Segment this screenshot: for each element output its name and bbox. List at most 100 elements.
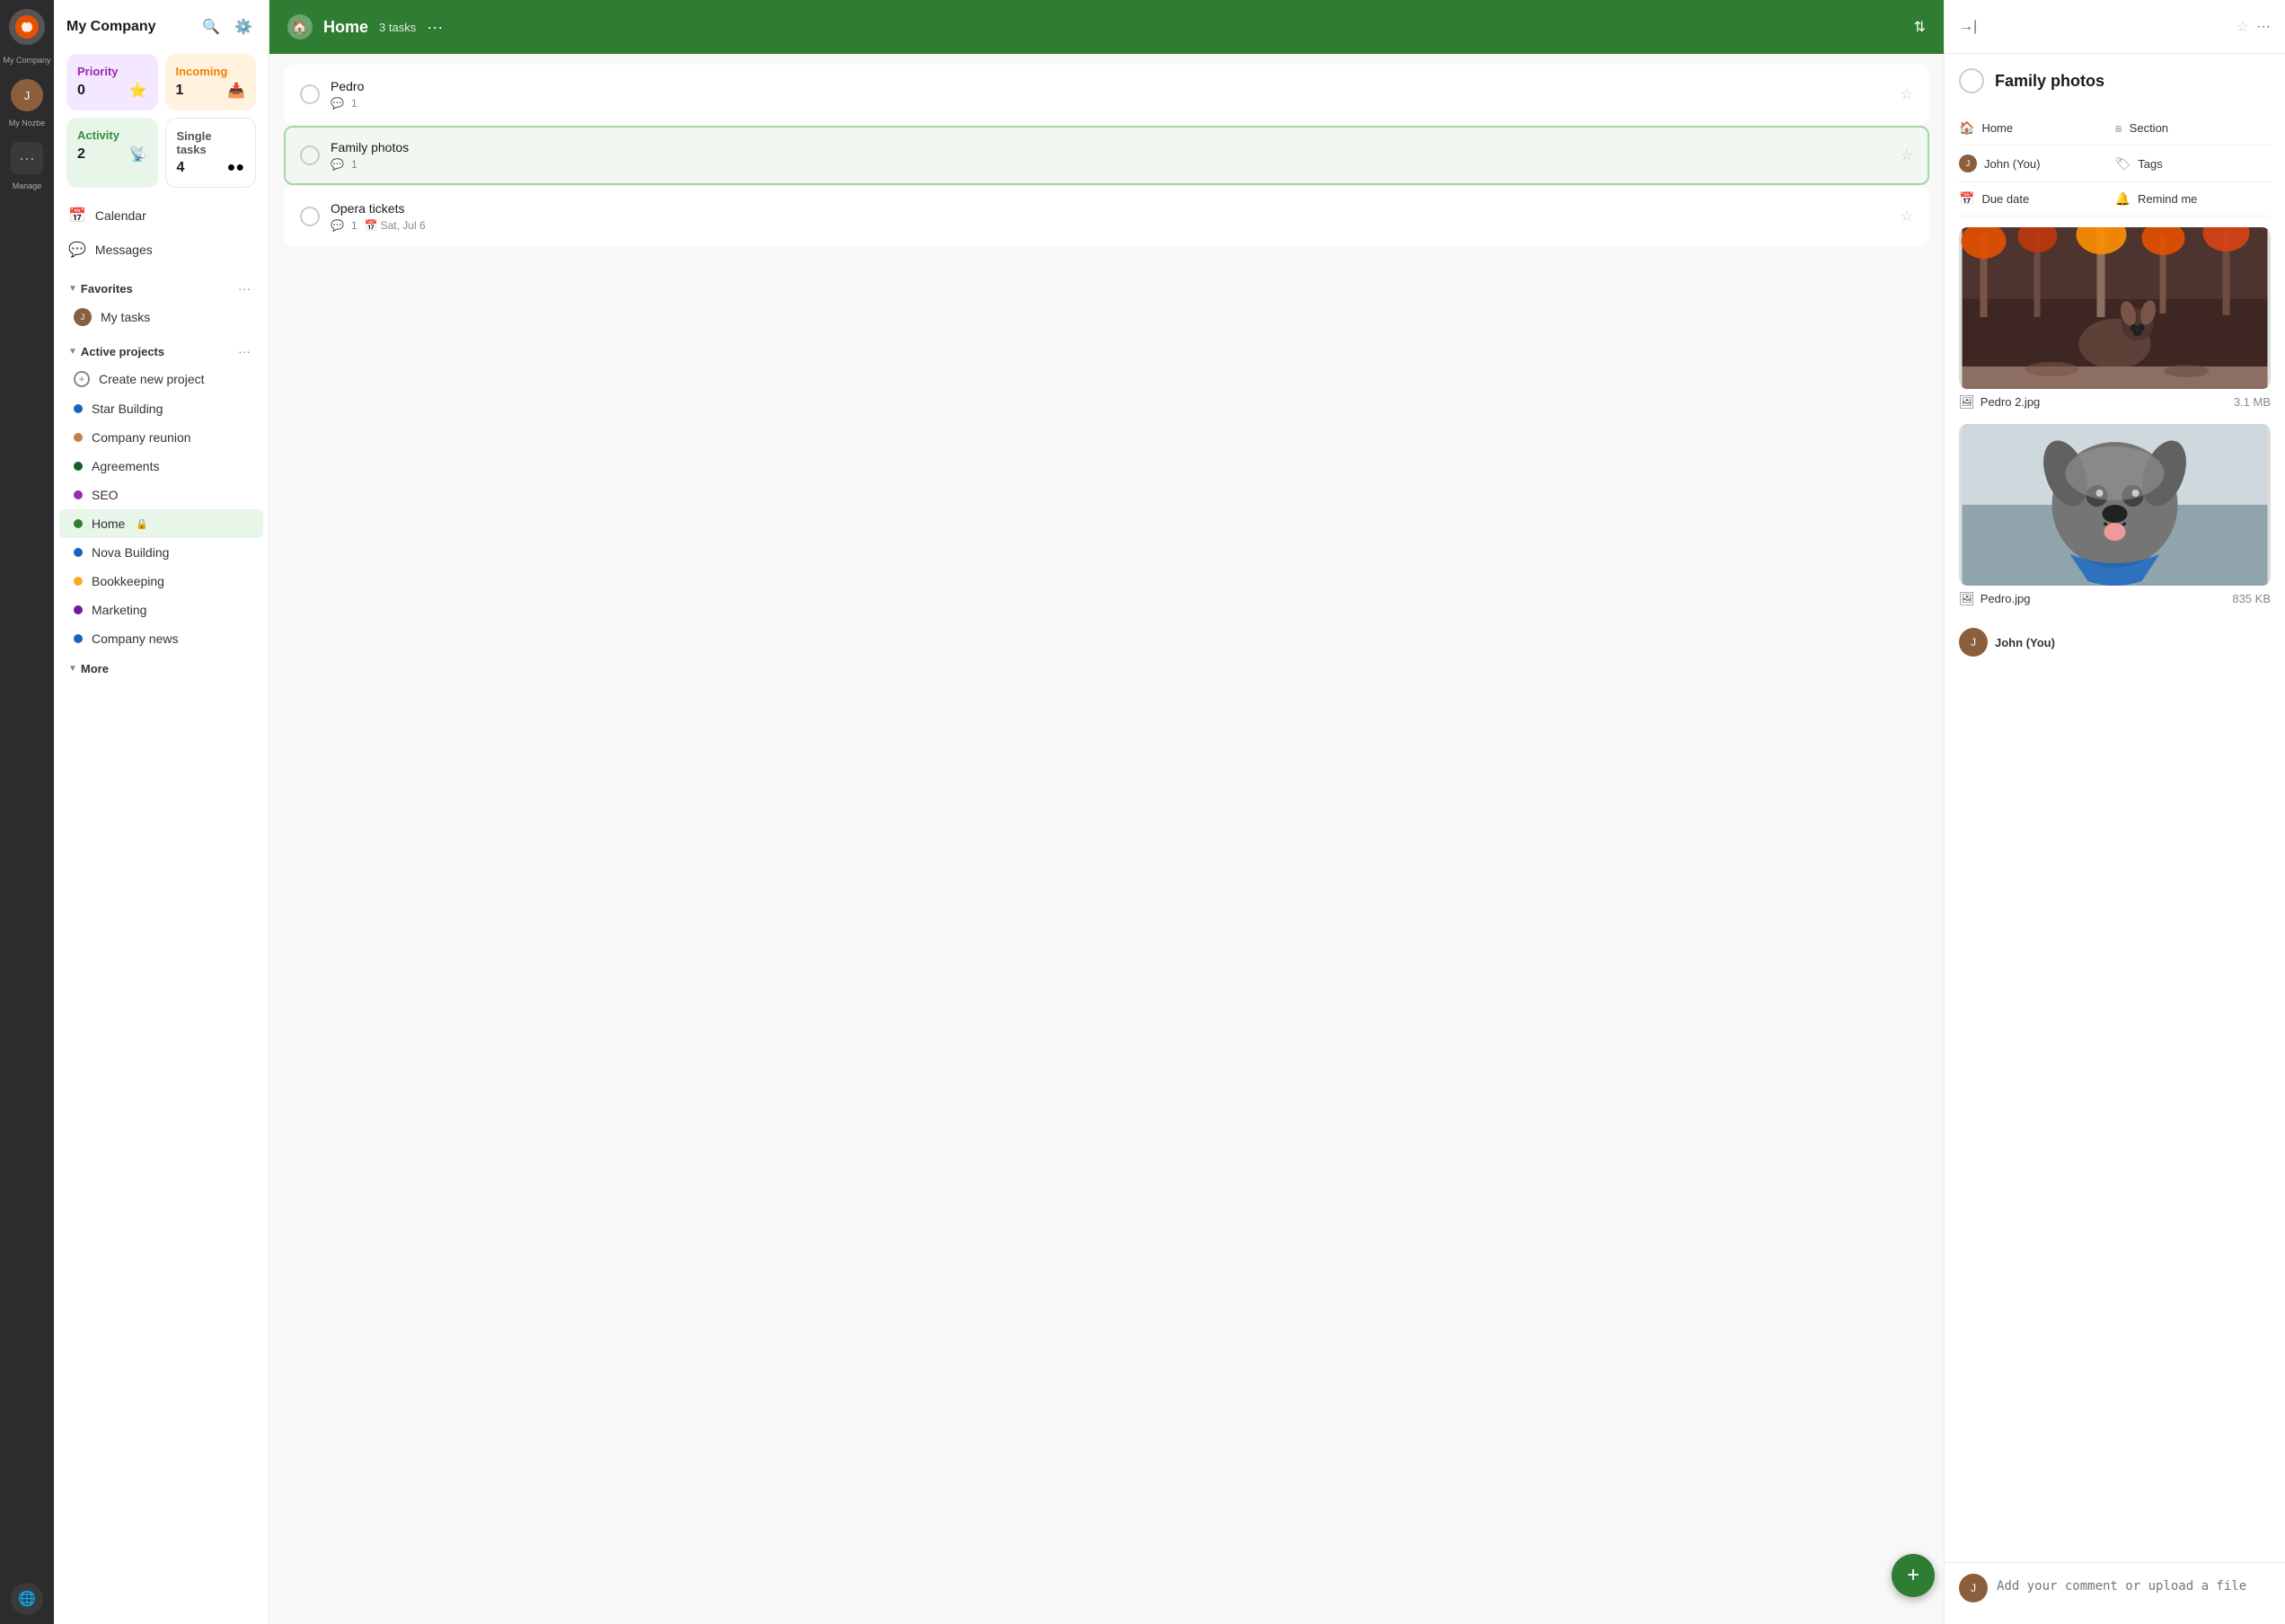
manage-button[interactable]: ··· (11, 142, 43, 174)
project-company-reunion[interactable]: Company reunion (59, 423, 263, 452)
manage-label: Manage (13, 181, 42, 190)
active-projects-header[interactable]: ▼ Active projects ··· (54, 333, 269, 364)
priority-count: 0 (77, 83, 85, 99)
my-tasks-item[interactable]: J My tasks (59, 301, 263, 333)
label-nova-building: Nova Building (92, 545, 169, 560)
due-date-field[interactable]: 📅 Due date (1959, 182, 2115, 216)
comment-input[interactable] (1997, 1574, 2271, 1613)
search-button[interactable]: 🔍 (199, 14, 224, 40)
comment-count: 1 (351, 219, 357, 232)
task-content: Opera tickets 💬 1 📅 Sat, Jul 6 (331, 201, 1890, 232)
task-checkbox[interactable] (300, 207, 320, 226)
due-date-icon: 📅 (1959, 191, 1974, 207)
attachment-item[interactable]: 🖼 Pedro.jpg 835 KB (1959, 424, 2271, 606)
task-checkbox[interactable] (300, 146, 320, 165)
label-star-building: Star Building (92, 402, 163, 416)
label-seo: SEO (92, 488, 119, 502)
sidebar-header: My Company 🔍 ⚙️ (54, 0, 269, 47)
my-tasks-label: My tasks (101, 310, 150, 324)
nav-calendar[interactable]: 📅 Calendar (54, 199, 269, 233)
my-nozbe-avatar[interactable]: J (11, 79, 43, 111)
sidebar-title: My Company (66, 19, 156, 35)
task-star[interactable]: ☆ (1901, 146, 1913, 164)
remind-field[interactable]: 🔔 Remind me (2115, 182, 2272, 216)
favorites-more-button[interactable]: ··· (234, 279, 254, 297)
right-panel: →| ☆ ··· Family photos 🏠 Home ≡ Section … (1944, 0, 2285, 1624)
task-detail-title-row: Family photos (1959, 68, 2271, 93)
project-agreements[interactable]: Agreements (59, 452, 263, 481)
settings-button[interactable]: ⚙️ (231, 14, 256, 40)
nav-messages-label: Messages (95, 243, 153, 257)
calendar-icon: 📅 (365, 219, 378, 232)
sidebar-header-icons: 🔍 ⚙️ (199, 14, 256, 40)
project-field-icon: 🏠 (1959, 120, 1974, 136)
project-company-news[interactable]: Company news (59, 624, 263, 653)
sort-button[interactable]: ⇅ (1914, 18, 1926, 36)
label-company-reunion: Company reunion (92, 430, 191, 445)
task-star[interactable]: ☆ (1901, 85, 1913, 103)
section-field[interactable]: ≡ Section (2115, 111, 2272, 146)
main-header: 🏠 Home 3 tasks ··· ⇅ (269, 0, 1944, 54)
task-detail-checkbox[interactable] (1959, 68, 1984, 93)
collapse-panel-button[interactable]: →| (1959, 19, 1977, 35)
task-meta: 💬 1 📅 Sat, Jul 6 (331, 219, 1890, 232)
priority-card[interactable]: Priority 0 ⭐ (66, 54, 158, 110)
favorites-section-header[interactable]: ▼ Favorites ··· (54, 270, 269, 301)
attachment-thumb-2 (1959, 424, 2271, 586)
task-detail: Family photos 🏠 Home ≡ Section J John (Y… (1945, 54, 2285, 1562)
task-meta: 💬 1 (331, 97, 1890, 110)
create-project-label: Create new project (99, 372, 205, 386)
attachment-size: 835 KB (2232, 592, 2271, 605)
task-item[interactable]: Opera tickets 💬 1 📅 Sat, Jul 6 ☆ (284, 187, 1929, 246)
task-list: Pedro 💬 1 ☆ Family photos 💬 1 ☆ (269, 54, 1944, 257)
more-section-header[interactable]: ▼ More (54, 653, 269, 679)
task-detail-star[interactable]: ☆ (2236, 18, 2249, 36)
commenter-avatar: J (1959, 628, 1988, 657)
dot-company-reunion (74, 433, 83, 442)
dot-home (74, 519, 83, 528)
task-title: Pedro (331, 79, 1890, 93)
commenter-name: John (You) (1995, 636, 2055, 649)
section-field-icon: ≡ (2115, 121, 2122, 136)
nav-messages[interactable]: 💬 Messages (54, 233, 269, 267)
task-checkbox[interactable] (300, 84, 320, 104)
globe-icon[interactable]: 🌐 (11, 1583, 43, 1615)
incoming-card[interactable]: Incoming 1 📥 (165, 54, 257, 110)
main-header-project-icon: 🏠 (287, 14, 313, 40)
nav-calendar-label: Calendar (95, 208, 146, 223)
label-bookkeeping: Bookkeeping (92, 574, 164, 588)
project-home[interactable]: Home 🔒 (59, 509, 263, 538)
create-new-project[interactable]: + Create new project (59, 364, 263, 394)
tags-field[interactable]: 🏷 Tags (2115, 146, 2272, 182)
task-content: Family photos 💬 1 (331, 140, 1890, 171)
assignee-field[interactable]: J John (You) (1959, 146, 2115, 182)
task-title: Family photos (331, 140, 1890, 154)
task-detail-more-button[interactable]: ··· (2256, 19, 2271, 35)
app-logo[interactable] (9, 9, 45, 45)
main-panel: 🏠 Home 3 tasks ··· ⇅ Pedro 💬 1 ☆ Family … (269, 0, 1944, 1624)
single-tasks-card[interactable]: Single tasks 4 ●● (165, 118, 257, 188)
project-seo[interactable]: SEO (59, 481, 263, 509)
label-agreements: Agreements (92, 459, 159, 473)
project-field[interactable]: 🏠 Home (1959, 111, 2115, 146)
task-item[interactable]: Pedro 💬 1 ☆ (284, 65, 1929, 124)
project-marketing[interactable]: Marketing (59, 596, 263, 624)
attachment-item[interactable]: 🖼 Pedro 2.jpg 3.1 MB (1959, 227, 2271, 410)
main-header-more-button[interactable]: ··· (427, 18, 443, 37)
task-star[interactable]: ☆ (1901, 207, 1913, 225)
project-bookkeeping[interactable]: Bookkeeping (59, 567, 263, 596)
file-icon: 🖼 (1959, 591, 1975, 606)
activity-card[interactable]: Activity 2 📡 (66, 118, 158, 188)
task-item[interactable]: Family photos 💬 1 ☆ (284, 126, 1929, 185)
right-panel-header: →| ☆ ··· (1945, 0, 2285, 54)
icon-bar-bottom: 🌐 (11, 1583, 43, 1615)
project-nova-building[interactable]: Nova Building (59, 538, 263, 567)
attachment-info: 🖼 Pedro 2.jpg 3.1 MB (1959, 394, 2271, 410)
messages-icon: 💬 (68, 241, 86, 259)
single-tasks-label: Single tasks (177, 129, 245, 156)
fab-add-button[interactable]: + (1892, 1554, 1935, 1597)
project-star-building[interactable]: Star Building (59, 394, 263, 423)
attachment-name: Pedro.jpg (1981, 592, 2031, 605)
single-tasks-count: 4 (177, 160, 185, 176)
active-projects-more-button[interactable]: ··· (234, 342, 254, 360)
